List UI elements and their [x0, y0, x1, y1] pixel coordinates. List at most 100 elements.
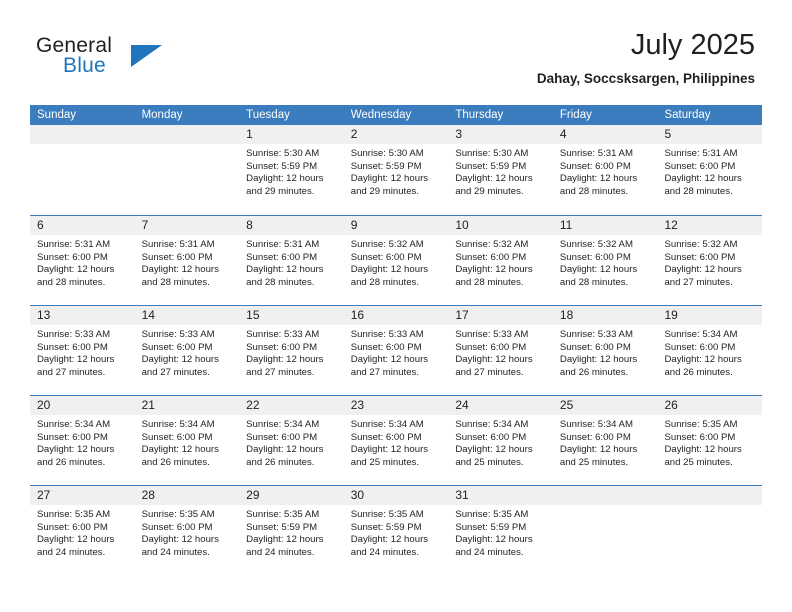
day-sun-info: Sunrise: 5:32 AM Sunset: 6:00 PM Daylight:… [553, 235, 658, 289]
calendar-day-cell[interactable]: 11 Sunrise: 5:32 AM Sunset: 6:00 PM Dayligh… [552, 216, 658, 305]
calendar-day-cell[interactable]: 30 Sunrise: 5:35 AM Sunset: 5:59 PM Dayligh… [343, 486, 449, 575]
daylight-line-2: and 29 minutes. [455, 185, 524, 197]
daylight-line-1: Daylight: 12 hours [246, 173, 324, 185]
calendar-day-cell[interactable]: 14 Sunrise: 5:33 AM Sunset: 6:00 PM Dayligh… [134, 306, 240, 395]
day-number-band: 3 [448, 125, 553, 144]
daylight-line-1: Daylight: 12 hours [455, 534, 533, 546]
day-sun-info: Sunrise: 5:31 AM Sunset: 6:00 PM Daylight:… [239, 235, 344, 289]
sunrise-line: Sunrise: 5:33 AM [37, 329, 111, 340]
daylight-line-2: and 28 minutes. [664, 185, 733, 197]
calendar-day-cell-empty [134, 125, 240, 215]
calendar-day-cell[interactable]: 9 Sunrise: 5:32 AM Sunset: 6:00 PM Daylight… [343, 216, 449, 305]
day-sun-info: Sunrise: 5:34 AM Sunset: 6:00 PM Daylight:… [135, 415, 240, 469]
calendar-day-cell[interactable]: 5 Sunrise: 5:31 AM Sunset: 6:00 PM Daylight… [657, 125, 763, 215]
day-number-band: 12 [657, 216, 763, 235]
day-sun-info: Sunrise: 5:34 AM Sunset: 6:00 PM Daylight:… [553, 415, 658, 469]
day-number: 26 [664, 398, 678, 412]
calendar-day-cell-empty [30, 125, 135, 215]
day-sun-info: Sunrise: 5:32 AM Sunset: 6:00 PM Daylight:… [344, 235, 449, 289]
calendar-day-cell[interactable]: 20 Sunrise: 5:34 AM Sunset: 6:00 PM Dayligh… [30, 396, 135, 485]
sunrise-line: Sunrise: 5:35 AM [350, 509, 424, 520]
day-number-band: 18 [552, 306, 658, 325]
calendar-day-cell[interactable]: 19 Sunrise: 5:34 AM Sunset: 6:00 PM Dayligh… [657, 306, 763, 395]
calendar-day-cell-empty [552, 486, 658, 575]
daylight-line-2: and 25 minutes. [350, 456, 420, 468]
day-number: 21 [141, 398, 155, 412]
day-number-band [134, 125, 240, 144]
day-sun-info: Sunrise: 5:33 AM Sunset: 6:00 PM Daylight:… [553, 325, 658, 379]
calendar-day-cell[interactable]: 4 Sunrise: 5:31 AM Sunset: 6:00 PM Daylight… [552, 125, 658, 215]
day-sun-info: Sunrise: 5:31 AM Sunset: 6:00 PM Daylight:… [657, 144, 762, 198]
calendar-day-cell[interactable]: 15 Sunrise: 5:33 AM Sunset: 6:00 PM Dayligh… [239, 306, 344, 395]
sunset-line: Sunset: 6:00 PM [664, 431, 736, 443]
day-sun-info: Sunrise: 5:34 AM Sunset: 6:00 PM Daylight:… [448, 415, 553, 469]
sunrise-line: Sunrise: 5:30 AM [246, 148, 320, 159]
calendar-day-cell[interactable]: 24 Sunrise: 5:34 AM Sunset: 6:00 PM Dayligh… [448, 396, 553, 485]
sunrise-line: Sunrise: 5:31 AM [141, 239, 215, 250]
brand-name-blue: Blue [63, 54, 106, 77]
calendar-day-cell[interactable]: 12 Sunrise: 5:32 AM Sunset: 6:00 PM Dayligh… [657, 216, 763, 305]
calendar-week-row: 27 Sunrise: 5:35 AM Sunset: 6:00 PM Dayligh… [30, 485, 763, 575]
calendar-day-cell[interactable]: 25 Sunrise: 5:34 AM Sunset: 6:00 PM Dayligh… [552, 396, 658, 485]
sunset-line: Sunset: 6:00 PM [141, 341, 213, 353]
sunset-line: Sunset: 6:00 PM [455, 251, 527, 263]
weekday-header-tuesday: Tuesday [246, 109, 290, 121]
calendar-day-cell[interactable]: 16 Sunrise: 5:33 AM Sunset: 6:00 PM Dayligh… [343, 306, 449, 395]
day-sun-info [135, 144, 240, 148]
sunrise-line: Sunrise: 5:31 AM [664, 148, 738, 159]
day-number: 6 [37, 218, 44, 232]
daylight-line-2: and 26 minutes. [559, 366, 629, 378]
sunrise-line: Sunrise: 5:32 AM [455, 239, 529, 250]
sunrise-line: Sunrise: 5:35 AM [455, 509, 529, 520]
brand-logo[interactable]: General Blue [36, 34, 236, 90]
daylight-line-1: Daylight: 12 hours [141, 534, 219, 546]
day-number-band: 6 [30, 216, 135, 235]
daylight-line-2: and 26 minutes. [141, 456, 210, 468]
day-number-band: 27 [30, 486, 135, 505]
weekday-header-friday: Friday [559, 109, 592, 121]
calendar-day-cell[interactable]: 1 Sunrise: 5:30 AM Sunset: 5:59 PM Daylight… [239, 125, 344, 215]
daylight-line-1: Daylight: 12 hours [559, 354, 638, 366]
calendar-day-cell[interactable]: 8 Sunrise: 5:31 AM Sunset: 6:00 PM Daylight… [239, 216, 344, 305]
calendar-day-cell-empty [657, 486, 763, 575]
calendar-day-cell[interactable]: 13 Sunrise: 5:33 AM Sunset: 6:00 PM Dayligh… [30, 306, 135, 395]
day-number: 23 [350, 398, 365, 412]
day-number-band [30, 125, 135, 144]
sunset-line: Sunset: 6:00 PM [37, 341, 108, 353]
day-number-band: 28 [134, 486, 240, 505]
daylight-line-1: Daylight: 12 hours [559, 264, 638, 276]
day-number: 5 [664, 127, 672, 141]
calendar-day-cell[interactable]: 27 Sunrise: 5:35 AM Sunset: 6:00 PM Dayligh… [30, 486, 135, 575]
calendar-day-cell[interactable]: 26 Sunrise: 5:35 AM Sunset: 6:00 PM Dayligh… [657, 396, 763, 485]
daylight-line-1: Daylight: 12 hours [559, 173, 638, 185]
calendar-day-cell[interactable]: 21 Sunrise: 5:34 AM Sunset: 6:00 PM Dayligh… [134, 396, 240, 485]
sunrise-line: Sunrise: 5:34 AM [246, 419, 320, 430]
sunrise-line: Sunrise: 5:35 AM [37, 509, 111, 520]
sunset-line: Sunset: 5:59 PM [455, 521, 527, 533]
day-number-band: 30 [343, 486, 449, 505]
calendar-day-cell[interactable]: 23 Sunrise: 5:34 AM Sunset: 6:00 PM Dayligh… [343, 396, 449, 485]
sunrise-line: Sunrise: 5:33 AM [246, 329, 320, 340]
daylight-line-2: and 25 minutes. [664, 456, 733, 468]
daylight-line-2: and 28 minutes. [350, 276, 420, 288]
calendar-day-cell[interactable]: 7 Sunrise: 5:31 AM Sunset: 6:00 PM Daylight… [134, 216, 240, 305]
calendar-day-cell[interactable]: 18 Sunrise: 5:33 AM Sunset: 6:00 PM Dayligh… [552, 306, 658, 395]
day-number-band: 14 [134, 306, 240, 325]
calendar-day-cell[interactable]: 29 Sunrise: 5:35 AM Sunset: 5:59 PM Dayligh… [239, 486, 344, 575]
day-number-band: 31 [448, 486, 553, 505]
calendar-day-cell[interactable]: 10 Sunrise: 5:32 AM Sunset: 6:00 PM Dayligh… [448, 216, 553, 305]
sunrise-line: Sunrise: 5:34 AM [455, 419, 529, 430]
calendar-day-cell[interactable]: 6 Sunrise: 5:31 AM Sunset: 6:00 PM Daylight… [30, 216, 135, 305]
calendar-day-cell[interactable]: 22 Sunrise: 5:34 AM Sunset: 6:00 PM Dayligh… [239, 396, 344, 485]
day-number: 31 [455, 488, 469, 502]
page-header: General Blue July 2025 Dahay, Soccsksarg… [0, 0, 792, 104]
sunset-line: Sunset: 5:59 PM [246, 521, 318, 533]
sunset-line: Sunset: 6:00 PM [664, 251, 736, 263]
calendar-day-cell[interactable]: 31 Sunrise: 5:35 AM Sunset: 5:59 PM Dayligh… [448, 486, 553, 575]
day-sun-info: Sunrise: 5:33 AM Sunset: 6:00 PM Daylight:… [344, 325, 449, 379]
calendar-day-cell[interactable]: 3 Sunrise: 5:30 AM Sunset: 5:59 PM Daylight… [448, 125, 553, 215]
day-number-band: 22 [239, 396, 344, 415]
calendar-day-cell[interactable]: 17 Sunrise: 5:33 AM Sunset: 6:00 PM Dayligh… [448, 306, 553, 395]
calendar-day-cell[interactable]: 28 Sunrise: 5:35 AM Sunset: 6:00 PM Dayligh… [134, 486, 240, 575]
calendar-day-cell[interactable]: 2 Sunrise: 5:30 AM Sunset: 5:59 PM Daylight… [343, 125, 449, 215]
